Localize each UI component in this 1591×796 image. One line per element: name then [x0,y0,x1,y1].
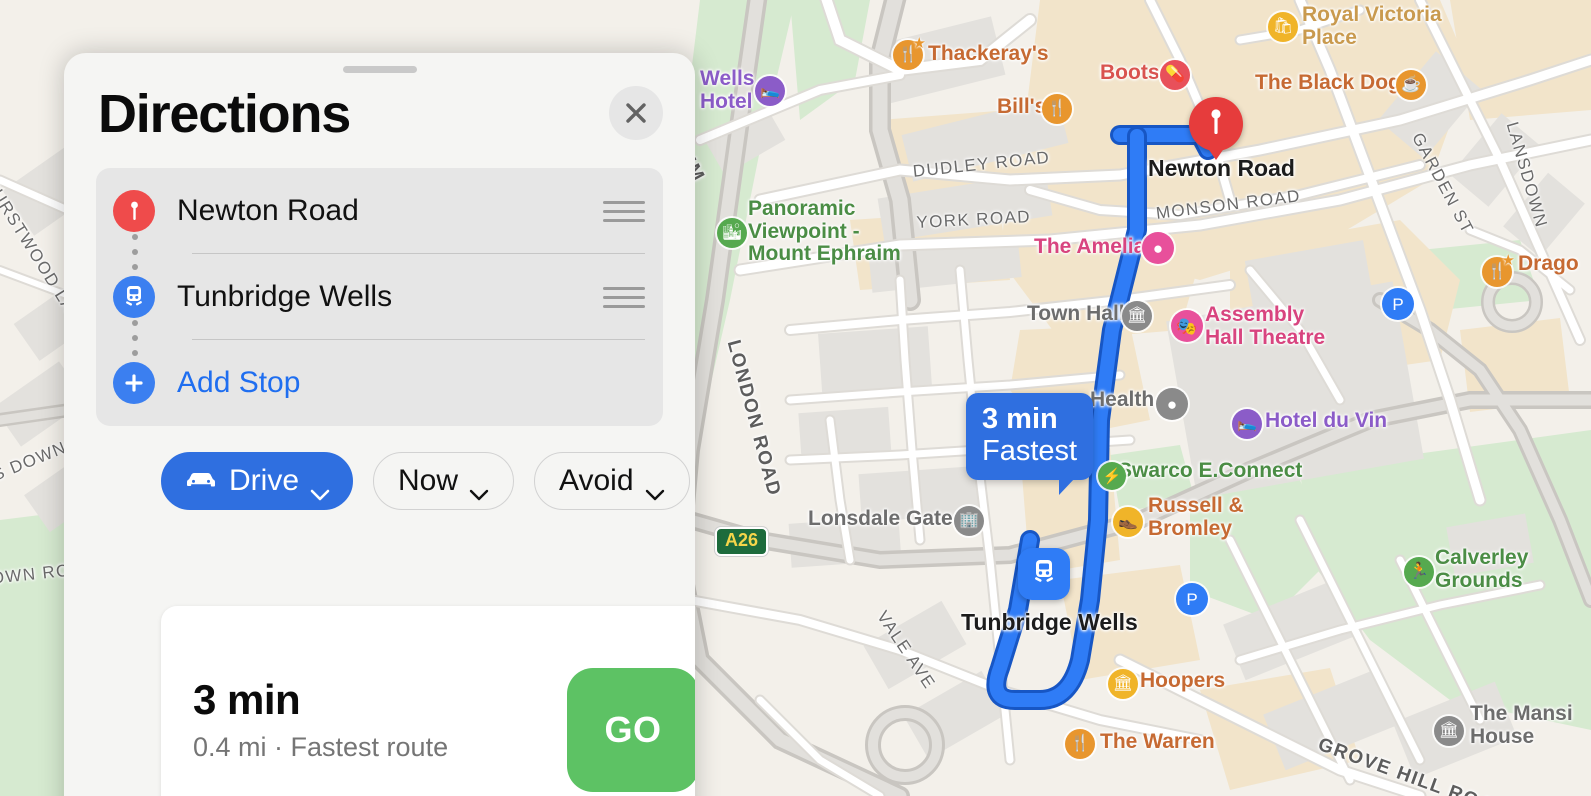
restaurant-icon[interactable]: 🍴 [1042,94,1072,124]
list-item[interactable]: Newton Road [96,168,663,254]
directions-panel: Directions Newton Road Tunbridge Wells A… [64,53,695,796]
go-button[interactable]: GO [567,668,695,792]
stop-label: Newton Road [177,194,359,227]
close-icon [623,100,649,126]
civic-icon[interactable]: 🏛 [1122,301,1152,331]
star-icon: ★ [1501,252,1515,269]
page-title: Directions [98,84,351,144]
chevron-down-icon [469,475,489,501]
stops-list: Newton Road Tunbridge Wells Add Stop [96,168,663,426]
chevron-down-icon [645,475,665,501]
departure-time-label: Now [398,464,459,497]
viewpoint-icon[interactable]: 🏙 [717,218,747,248]
route-callout[interactable]: 3 min Fastest [966,393,1094,495]
stop-label: Tunbridge Wells [177,280,393,313]
hotel-icon[interactable]: 🛌 [1232,409,1262,439]
cafe-icon[interactable]: ☕ [1396,70,1426,100]
shoe-shop-icon[interactable]: 👞 [1113,507,1143,537]
mode-drive-label: Drive [229,464,300,497]
add-stop-label: Add Stop [177,366,301,399]
pharmacy-icon[interactable]: 💊 [1160,60,1190,90]
travel-mode-row: Drive Now Avoid [161,452,695,510]
hotel-icon[interactable]: 🛌 [755,76,785,106]
department-store-icon[interactable]: 🏛 [1108,669,1138,699]
health-icon[interactable]: ● [1156,388,1188,420]
reorder-handle[interactable] [603,286,645,308]
building-icon[interactable]: 🏢 [954,506,984,536]
parking-icon[interactable]: P [1176,583,1208,615]
map-pin-icon [1206,107,1226,142]
avoid-options-button[interactable]: Avoid [534,452,690,510]
restaurant-icon[interactable]: 🍴 ★ [893,36,926,70]
restaurant-icon[interactable]: 🍴 [1065,729,1095,759]
chevron-down-icon [310,475,330,501]
train-icon [113,276,155,318]
car-icon [184,464,218,498]
parking-icon[interactable]: P [1382,288,1414,320]
callout-subtitle: Fastest [982,435,1078,468]
reorder-handle[interactable] [603,200,645,222]
shopping-icon[interactable]: 🛍 [1268,12,1298,42]
plus-icon [113,362,155,404]
restaurant-icon[interactable]: 🍴 ★ [1482,253,1515,287]
mode-drive-button[interactable]: Drive [161,452,354,510]
ev-charger-icon[interactable]: ⚡ [1098,462,1126,490]
museum-icon[interactable]: ● [1142,232,1174,264]
station-marker[interactable] [1018,548,1070,600]
maps-app-window: HURSTWOOD LA S DOWN OWN RO Wells Hotel 🛌… [0,0,1591,796]
train-icon [1031,558,1057,591]
civic-icon[interactable]: 🏛 [1434,716,1464,746]
motorway-shield-a26: A26 [715,527,769,556]
departure-time-button[interactable]: Now [373,452,515,510]
list-item[interactable]: Tunbridge Wells [96,254,663,340]
callout-time: 3 min [982,403,1058,435]
avoid-options-label: Avoid [559,464,634,497]
map-pin-icon [113,190,155,232]
destination-pin[interactable] [1189,97,1243,151]
route-card[interactable]: 3 min 0.4 mi · Fastest route Preview Rou… [161,606,695,796]
add-stop-row[interactable]: Add Stop [96,340,663,426]
park-icon[interactable]: 🏃 [1404,557,1434,587]
panel-header: Directions [64,53,695,157]
star-icon: ★ [912,35,926,52]
theatre-icon[interactable]: 🎭 [1171,310,1203,342]
close-button[interactable] [609,86,663,140]
